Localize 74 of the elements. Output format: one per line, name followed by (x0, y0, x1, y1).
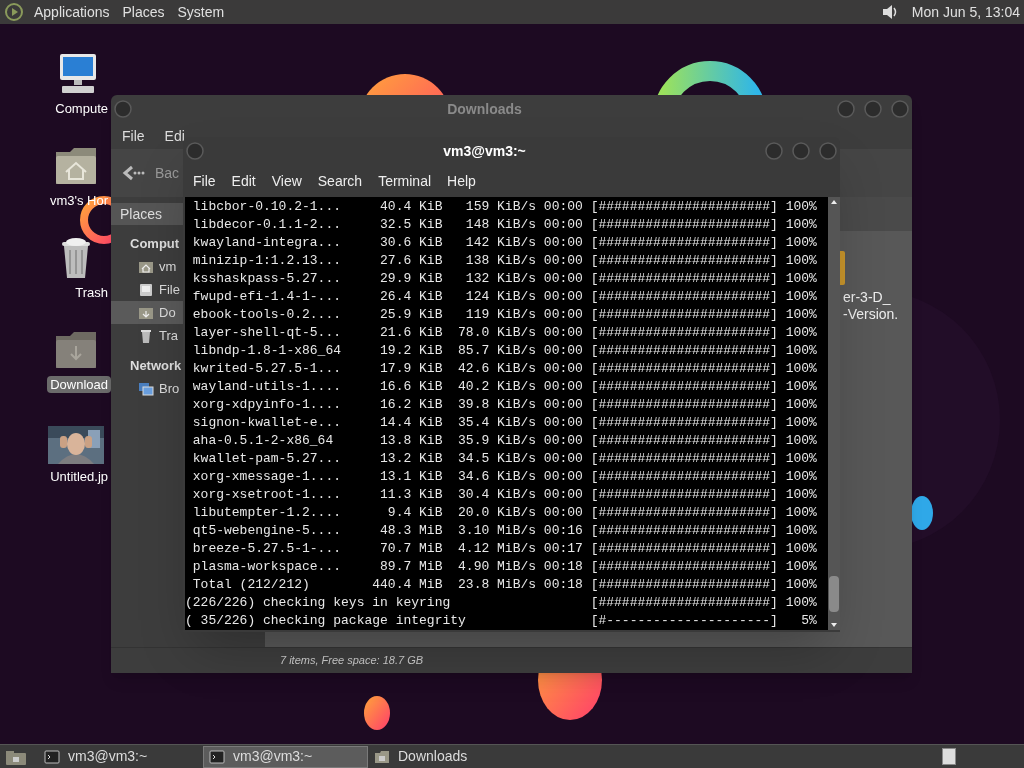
terminal-line: layer-shell-qt-5... 21.6 KiB 78.0 KiB/s 00:00 [######################] 100% (191, 324, 818, 342)
network-icon (138, 380, 154, 397)
menu-item[interactable]: Search (317, 170, 363, 192)
menu-item[interactable]: File (122, 125, 145, 147)
window-menu-button[interactable] (186, 142, 204, 160)
terminal-line: libndp-1.8-1-x86_64 19.2 KiB 85.7 KiB/s 00:00 [######################] 100% (191, 342, 818, 360)
back-arrow-icon (121, 163, 145, 183)
trash-icon (138, 327, 154, 344)
terminal-line: breeze-5.27.5-1-... 70.7 MiB 4.12 MiB/s 00:17 [######################] 100% (191, 540, 818, 558)
menu-item[interactable]: Edi (164, 125, 185, 147)
folder-icon (374, 748, 390, 765)
terminal-line: libdecor-0.1.1-2... 32.5 KiB 148 KiB/s 00:00 [######################] 100% (191, 216, 818, 234)
taskbar-button[interactable]: Downloads (368, 745, 533, 768)
close-button[interactable] (891, 100, 909, 118)
terminal-line: xorg-xmessage-1.... 13.1 KiB 34.6 KiB/s 00:00 [######################] 100% (191, 468, 818, 486)
window-menu-button[interactable] (114, 100, 132, 118)
terminal-line: qt5-webengine-5.... 48.3 MiB 3.10 MiB/s 00:16 [######################] 100% (191, 522, 818, 540)
panel-menu[interactable]: Applications (34, 1, 110, 23)
terminal-line: xorg-xdpyinfo-1.... 16.2 KiB 39.8 KiB/s 00:00 [######################] 100% (191, 396, 818, 414)
terminal-line: kwayland-integra... 30.6 KiB 142 KiB/s 00:00 [######################] 100% (191, 234, 818, 252)
terminal-line: libutempter-1.2.... 9.4 KiB 20.0 KiB/s 00:00 [######################] 100% (191, 504, 818, 522)
places-dropdown[interactable]: Places (111, 203, 183, 225)
sidebar-item[interactable]: Do (111, 301, 183, 324)
taskbar-button[interactable]: vm3@vm3:~ (203, 745, 368, 768)
terminal-icon (44, 748, 60, 765)
scrollbar[interactable] (828, 197, 840, 630)
terminal-line: minizip-1:1.2.13... 27.6 KiB 138 KiB/s 00:00 [######################] 100% (191, 252, 818, 270)
terminal-line: fwupd-efi-1.4-1-... 26.4 KiB 124 KiB/s 00:00 [######################] 100% (191, 288, 818, 306)
maximize-button[interactable] (792, 142, 810, 160)
drive-icon (138, 281, 154, 298)
terminal-line: aha-0.5.1-2-x86_64 13.8 KiB 35.9 KiB/s 00:00 [######################] 100% (191, 432, 818, 450)
icon-label: Compute (54, 100, 109, 117)
menu-item[interactable]: Help (447, 170, 476, 192)
panel-menu[interactable]: System (177, 1, 225, 23)
terminal-line: kwallet-pam-5.27... 13.2 KiB 34.5 KiB/s 00:00 [######################] 100% (191, 450, 818, 468)
scrollbar-thumb[interactable] (829, 576, 839, 612)
terminal-line: ( 35/226) checking package integrity [#---------------------] 5% (185, 612, 818, 630)
terminal-line: ksshaskpass-5.27... 29.9 KiB 132 KiB/s 00:00 [######################] 100% (191, 270, 818, 288)
workspace-switcher[interactable] (942, 748, 956, 765)
icon-label: Untitled.jp (49, 468, 109, 485)
sidebar-item[interactable]: Bro (111, 377, 183, 400)
sidebar-heading: Network (130, 356, 182, 375)
minimize-button[interactable] (765, 142, 783, 160)
status-bar: 7 items, Free space: 18.7 GB (111, 647, 912, 673)
file-label[interactable]: er-3-D_ -Version. (843, 289, 899, 323)
terminal-line: kwrited-5.27.5-1... 17.9 KiB 42.6 KiB/s 00:00 [######################] 100% (191, 360, 818, 378)
sidebar-heading: Comput (130, 234, 180, 253)
menu-item[interactable]: Terminal (378, 170, 432, 192)
taskbar-button[interactable]: vm3@vm3:~ (38, 745, 203, 768)
window-title: Downloads (446, 99, 523, 119)
terminal-line: ebook-tools-0.2.... 25.9 KiB 119 KiB/s 00:00 [######################] 100% (191, 306, 818, 324)
minimize-button[interactable] (837, 100, 855, 118)
sidebar-item[interactable]: File (111, 278, 183, 301)
terminal-line: xorg-xsetroot-1.... 11.3 KiB 30.4 KiB/s 00:00 [######################] 100% (191, 486, 818, 504)
clock[interactable]: Mon Jun 5, 13:04 (911, 1, 1020, 23)
menu-item[interactable]: File (193, 170, 216, 192)
terminal-line: (226/226) checking keys in keyring [######################] 100% (185, 594, 818, 612)
terminal-line: plasma-workspace... 89.7 MiB 4.90 MiB/s 00:18 [######################] 100% (191, 558, 818, 576)
maximize-button[interactable] (864, 100, 882, 118)
icon-label: Download (47, 376, 111, 393)
menu-item[interactable]: View (271, 170, 302, 192)
terminal-line: Total (212/212) 440.4 MiB 23.8 MiB/s 00:18 [######################] 100% (191, 576, 818, 594)
panel-menu[interactable]: Places (122, 1, 165, 23)
terminal-line: signon-kwallet-e... 14.4 KiB 35.4 KiB/s 00:00 [######################] 100% (191, 414, 818, 432)
terminal-line: libcbor-0.10.2-1... 40.4 KiB 159 KiB/s 00:00 [######################] 100% (191, 198, 818, 216)
icon-label: Trash (74, 284, 109, 301)
menu-logo-icon[interactable] (4, 2, 24, 22)
sidebar-item[interactable]: vm (111, 255, 183, 278)
menu-item[interactable]: Edit (231, 170, 256, 192)
terminal-line: wayland-utils-1.... 16.6 KiB 40.2 KiB/s 00:00 [######################] 100% (191, 378, 818, 396)
terminal-icon (209, 748, 225, 765)
sidebar-item[interactable]: Tra (111, 324, 183, 347)
close-button[interactable] (819, 142, 837, 160)
window-title: vm3@vm3:~ (442, 141, 527, 161)
